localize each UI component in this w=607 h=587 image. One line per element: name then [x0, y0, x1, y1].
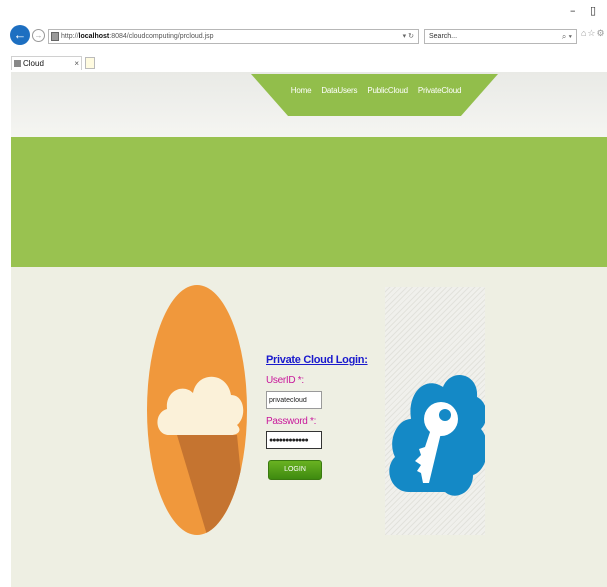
login-button[interactable]: LOGIN: [268, 460, 322, 480]
url-host: localhost: [78, 33, 110, 40]
tab-cloud[interactable]: Cloud ×: [11, 56, 82, 70]
password-input[interactable]: [266, 431, 322, 449]
search-input[interactable]: Search... ⌕ ▾: [424, 29, 577, 44]
nav-links: Home DataUsers PublicCloud PrivateCloud: [291, 86, 462, 95]
back-arrow-icon[interactable]: ←: [10, 25, 30, 45]
green-banner: [11, 137, 607, 267]
url-path: :8084/cloudcomputing/prcloud.jsp: [109, 33, 214, 40]
userid-input[interactable]: [266, 391, 322, 409]
cloud-icon: [147, 285, 247, 535]
tab-page-icon: [14, 60, 21, 67]
home-star-gear-icons[interactable]: ⌂☆⚙: [581, 28, 606, 39]
search-icon[interactable]: ⌕ ▾: [562, 30, 572, 43]
maximize-button[interactable]: ▯: [590, 4, 596, 17]
page-icon: [51, 32, 59, 41]
refresh-icon[interactable]: ▾ ↻: [403, 30, 414, 43]
address-bar[interactable]: http://localhost:8084/cloudcomputing/prc…: [48, 29, 419, 44]
tab-title: Cloud: [23, 59, 44, 68]
page-content: Home DataUsers PublicCloud PrivateCloud …: [11, 72, 607, 587]
cloud-key-icon: [385, 287, 485, 535]
close-tab-icon[interactable]: ×: [74, 57, 79, 71]
nav-bar: [251, 74, 498, 116]
nav-publiccloud[interactable]: PublicCloud: [367, 86, 408, 95]
url-prefix: http://: [61, 33, 79, 40]
login-title: Private Cloud Login:: [266, 354, 368, 366]
search-placeholder: Search...: [429, 33, 458, 40]
minimize-button[interactable]: –: [570, 4, 576, 17]
password-label: Password *:: [266, 416, 317, 427]
userid-label: UserID *:: [266, 375, 304, 386]
forward-arrow-icon[interactable]: →: [32, 29, 45, 42]
new-tab-button[interactable]: [85, 57, 95, 69]
nav-datausers[interactable]: DataUsers: [321, 86, 357, 95]
nav-privatecloud[interactable]: PrivateCloud: [418, 86, 462, 95]
nav-home[interactable]: Home: [291, 86, 312, 95]
browser-chrome: – ▯ ← → http://localhost:8084/cloudcompu…: [0, 0, 607, 76]
